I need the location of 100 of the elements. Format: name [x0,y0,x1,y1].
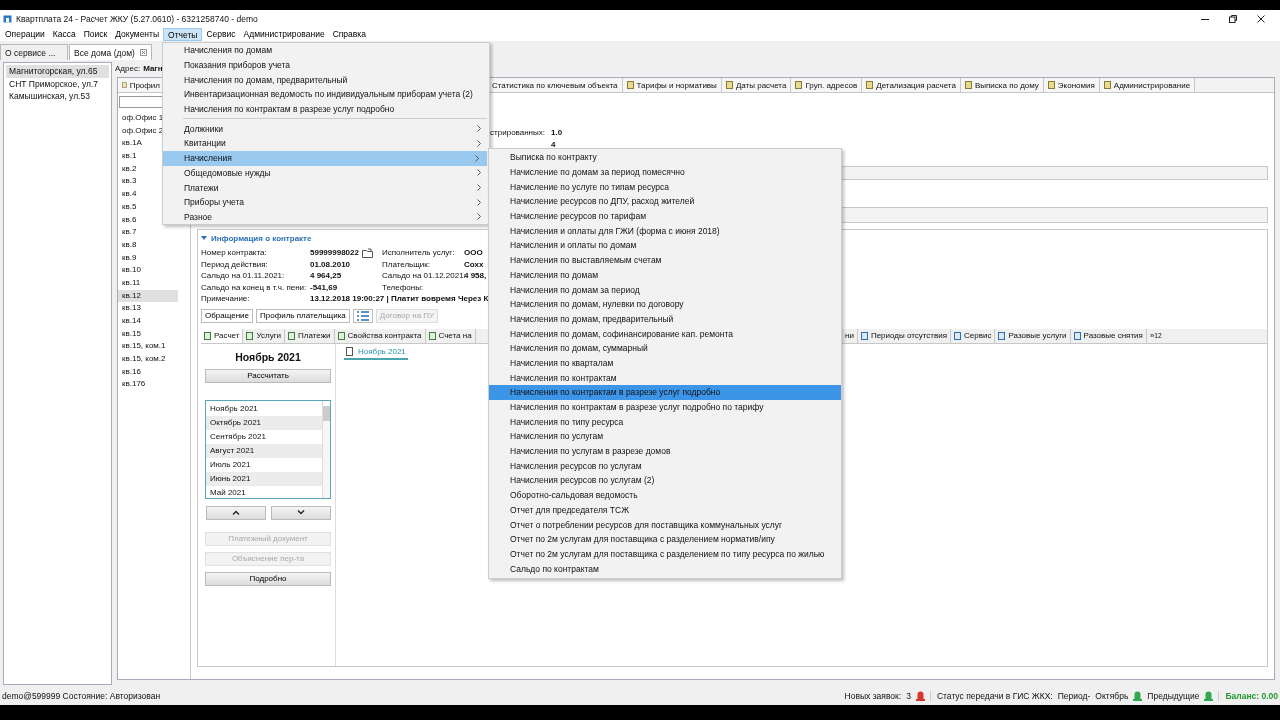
period-item[interactable]: Октябрь 2021 [206,415,322,430]
contract-button[interactable]: Обращение [201,308,253,323]
flat-item[interactable]: кв.8 [118,238,178,252]
flat-item[interactable]: кв.10 [118,264,178,277]
menu-entry[interactable]: Начисления по услугам [489,429,841,444]
period-item[interactable]: Июль 2021 [206,457,322,472]
menu-entry[interactable]: Отчет для председателя ТСЖ [489,502,841,518]
menu-entry[interactable]: Начисления по контрактам [489,370,841,385]
contract-tab[interactable]: Платежи [285,328,335,343]
flat-item[interactable]: кв.15, ком.1 [118,340,178,354]
menu-entry[interactable]: Начисление по домам за период помесячно [489,164,841,180]
menu-entry[interactable]: Сальдо по контрактам [489,561,841,576]
close-icon[interactable] [1256,13,1266,24]
window-title: Квартплата 24 - Расчет ЖКУ (5.27.0610) - 6321258740 - demo [16,13,258,24]
editor-tab[interactable]: О сервисе ... [0,44,68,60]
menu-item[interactable]: Операции [1,27,49,41]
flat-item[interactable]: кв.15, ком.2 [118,353,178,366]
address-label: Адрес: [115,64,141,73]
menu-item[interactable]: Отчеты [163,27,203,41]
menu-entry[interactable]: Начисления по домам [163,43,489,58]
menu-entry[interactable]: Начисление ресурсов по ДПУ, расход жителей [489,194,841,209]
contract-tab[interactable]: Счета на [425,328,476,343]
house-item[interactable]: Камышинская, ул.53 [6,90,109,103]
contract-tab[interactable]: Услуги [243,328,286,343]
menu-item[interactable]: Справка [328,27,370,41]
scrollbar[interactable] [322,400,330,498]
contract-tab[interactable]: Сервис [951,328,996,343]
action-button[interactable]: Подробно [205,571,331,586]
contract-tab[interactable]: Свойства контракта [334,328,426,343]
flat-item[interactable]: кв.14 [118,315,178,328]
house-item[interactable]: Магнитогорская, ул.65 [6,65,109,78]
contract-tab[interactable]: Периоды отсутствия [857,328,952,343]
menu-entry[interactable]: Начисления по домам, предварительный [489,311,841,327]
menu-entry[interactable]: Начисления по домам [489,267,841,283]
menu-entry[interactable]: Выписка по контракту [489,150,841,165]
flat-item[interactable]: кв.12 [118,289,178,303]
list-button[interactable] [352,308,373,323]
editor-tab[interactable]: Все дома (дом) [69,44,152,60]
period-item[interactable]: Август 2021 [206,443,322,458]
menu-item[interactable]: Поиск [79,27,112,41]
menu-entry[interactable]: Начисления и оплаты для ГЖИ (форма с июня 2018) [489,223,841,239]
period-item[interactable]: Июнь 2021 [206,471,322,486]
menu-entry[interactable]: Должники [163,121,489,137]
flat-item[interactable]: кв.16 [118,365,178,379]
menu-entry[interactable]: Начисления по домам, предварительный [163,72,489,88]
menu-entry[interactable]: Начисления [163,150,487,166]
menu-entry[interactable]: Начисления по контрактам в разрезе услуг подробно [163,101,489,117]
menu-entry[interactable]: Приборы учета [163,194,489,210]
flat-item[interactable]: кв.13 [118,302,178,315]
contract-tab[interactable]: Расчет [201,328,244,343]
document-icon [337,331,345,340]
menu-entry[interactable]: Разное [163,209,489,225]
flat-item[interactable]: кв.7 [118,226,178,239]
menu-item[interactable]: Администрирование [239,27,329,41]
document-tab[interactable]: Ноябрь 2021 [344,346,408,360]
flat-item[interactable]: кв.176 [118,378,178,392]
field-label: Сальдо на 01.11.2021: [201,271,286,281]
house-item[interactable]: СНТ Приморское, ул.7 [6,77,109,90]
folder-icon[interactable] [361,247,373,258]
menu-item[interactable]: Документы [111,27,164,41]
field-label: Сальдо на конец в т.ч. пени: [201,282,308,292]
menu-entry[interactable]: Начисления по домам, суммарный [489,340,841,356]
menu-entry[interactable]: Начисления по контрактам в разрезе услуг подробно [489,385,841,400]
menu-entry[interactable]: Квитанции [163,136,489,151]
menu-entry[interactable]: Начисления и оплаты по домам [489,238,841,253]
document-icon [1103,81,1111,89]
period-item[interactable]: Май 2021 [206,485,322,500]
contract-tab[interactable]: Разовые снятия [1070,328,1147,343]
menu-entry[interactable]: Показания приборов учета [163,57,489,73]
menu-entry[interactable]: Оборотно-сальдовая ведомость [489,487,841,503]
menu-entry[interactable]: Начисления по домам, нулевки по договору [489,296,841,312]
period-item[interactable]: Сентябрь 2021 [206,429,322,444]
menu-entry[interactable]: Инвентаризационная ведомость по индивидуальным приборам учета (2) [163,87,489,102]
menu-item[interactable]: Сервис [202,27,240,41]
flat-item[interactable]: кв.15 [118,327,178,341]
menu-entry[interactable]: Начисления по кварталам [489,355,841,371]
menu-entry[interactable]: Начисления по услугам в разрезе домов [489,443,841,459]
menu-entry[interactable]: Начисление по услуге по типам ресурса [489,179,841,195]
menu-entry[interactable]: Начисления по контрактам в разрезе услуг подробно по тарифу [489,399,841,415]
menu-entry[interactable]: Отчет по 2м услугам для поставщика с разделением по типу ресурса по жилью [489,546,841,562]
restore-icon[interactable] [1228,13,1238,24]
document-icon [954,331,962,340]
menu-entry[interactable]: Отчет по 2м услугам для поставщика с разделением норматив/ипу [489,531,841,547]
flat-item[interactable]: кв.11 [118,276,178,290]
calculate-button[interactable]: Рассчитать [205,368,331,383]
menu-entry[interactable]: Отчет о потреблении ресурсов для поставщика коммунальных услуг [489,517,841,532]
menu-entry[interactable]: Начисления по домам, софинансирование кап. ремонта [489,326,841,341]
contract-button[interactable]: Профиль плательщика [256,308,350,323]
menu-entry[interactable]: Начисления ресурсов по услугам (2) [489,473,841,488]
period-item[interactable]: Ноябрь 2021 [206,401,322,416]
menu-item[interactable]: Касса [48,27,80,41]
menu-entry[interactable]: Начисления по домам за период [489,282,841,297]
menu-entry[interactable]: Начисления по выставляемым счетам [489,252,841,268]
flat-item[interactable]: кв.9 [118,251,178,265]
menu-entry[interactable]: Общедомовые нужды [163,165,489,181]
menu-entry[interactable]: Начисления по типу ресурса [489,414,841,430]
menu-entry[interactable]: Начисление ресурсов по тарифам [489,208,841,224]
contract-tab[interactable]: Разовые услуги [995,328,1071,343]
menu-entry[interactable]: Платежи [163,180,489,195]
menu-entry[interactable]: Начисления ресурсов по услугам [489,458,841,474]
